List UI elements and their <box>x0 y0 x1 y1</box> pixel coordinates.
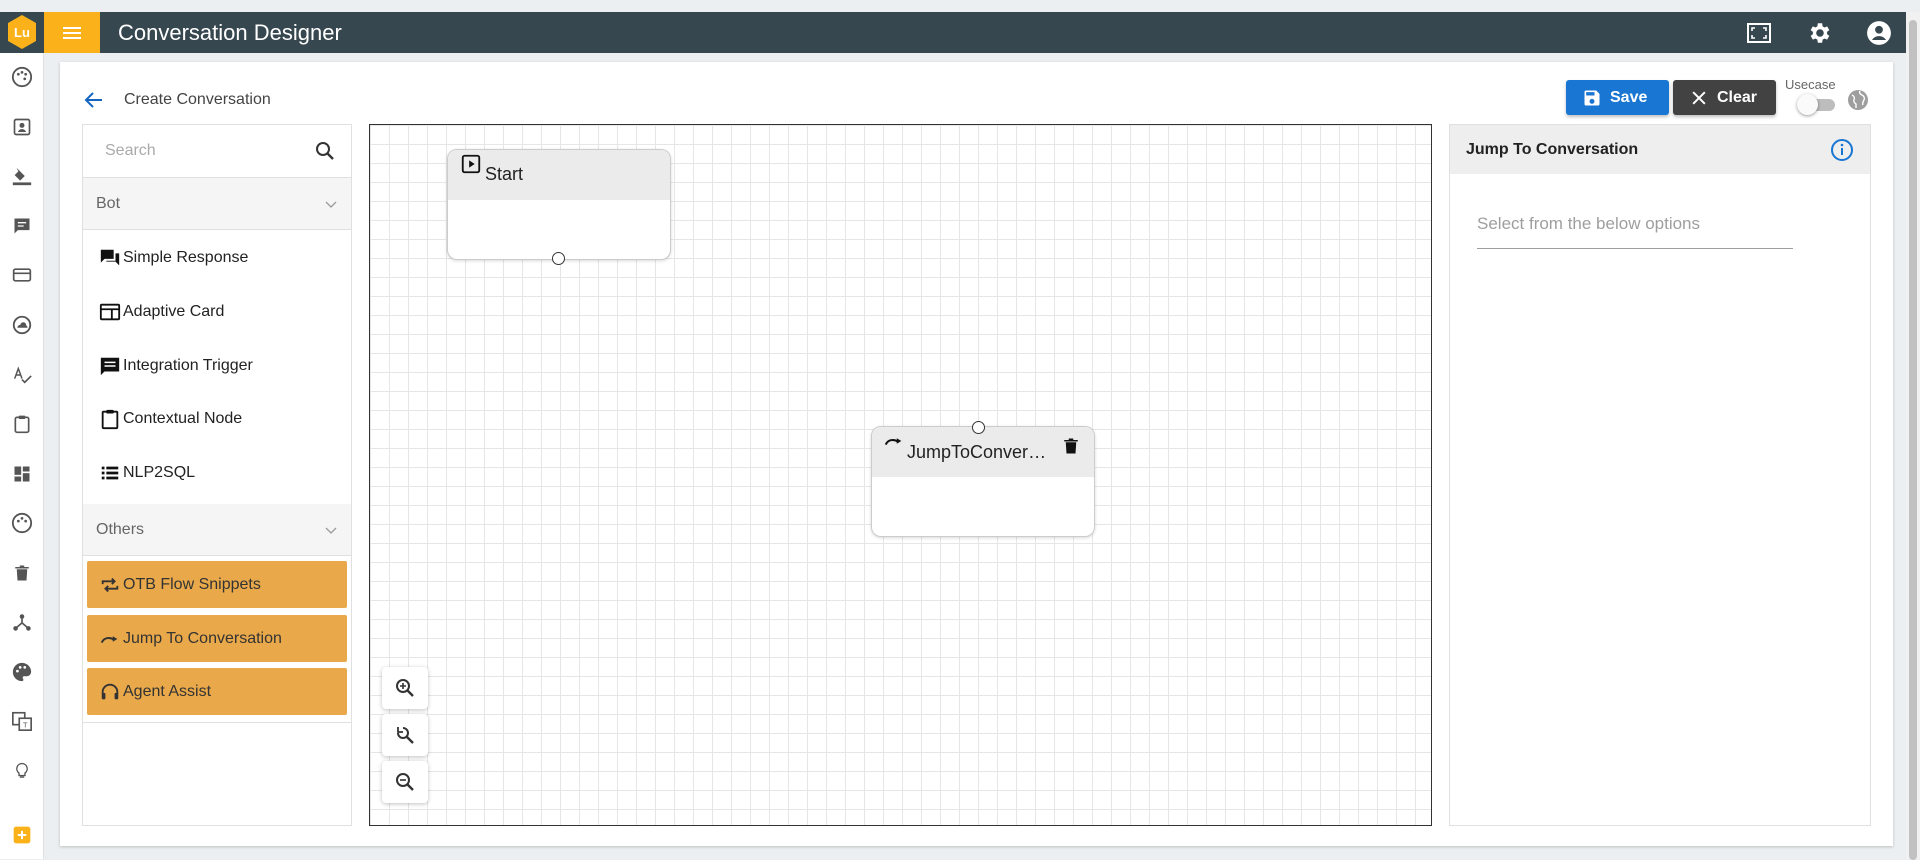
palette-search-row <box>83 125 351 178</box>
hamburger-icon <box>63 31 81 34</box>
chat-icon[interactable] <box>10 214 34 238</box>
zoom-in-icon <box>396 679 414 697</box>
lightbulb-icon[interactable] <box>10 759 34 783</box>
trash-icon[interactable] <box>1062 435 1080 457</box>
palette-search-input[interactable] <box>105 139 305 163</box>
cloud-icon[interactable] <box>10 313 34 337</box>
message-icon <box>99 355 121 377</box>
redo-arrow-icon <box>884 438 902 446</box>
palette-item-contextual-node[interactable]: Contextual Node <box>99 404 242 434</box>
conversation-select[interactable]: Select from the below options <box>1477 207 1793 249</box>
palette-item-label: Integration Trigger <box>123 357 253 374</box>
clipboard-icon[interactable] <box>10 412 34 436</box>
dashboard-icon[interactable] <box>10 462 34 486</box>
usecase-label: Usecase <box>1785 77 1836 92</box>
palette-item-integration-trigger[interactable]: Integration Trigger <box>99 351 253 381</box>
card-icon[interactable] <box>10 263 34 287</box>
node-jump-label: JumpToConversation <box>907 442 1047 462</box>
palette-dots-icon[interactable] <box>10 65 34 89</box>
hub-icon[interactable] <box>10 610 34 634</box>
palette-item-label: Adaptive Card <box>123 303 225 320</box>
menu-button[interactable] <box>44 12 100 53</box>
usecase-toggle[interactable] <box>1797 94 1837 115</box>
palette-item-adaptive-card[interactable]: Adaptive Card <box>99 297 224 327</box>
account-icon[interactable] <box>1866 20 1892 46</box>
palette-item-label: Simple Response <box>123 249 249 266</box>
card-icon <box>99 301 121 323</box>
node-jump-to-conversation[interactable]: JumpToConversation <box>871 421 1095 537</box>
zoom-reset-icon <box>397 727 414 744</box>
page-scrollbar-thumb[interactable] <box>1909 20 1917 860</box>
node-jump-input-port[interactable] <box>972 421 985 434</box>
close-icon <box>1692 90 1706 105</box>
left-nav-rail: T <box>0 53 44 859</box>
chevron-down-icon <box>325 201 337 208</box>
contact-icon[interactable] <box>10 115 34 139</box>
palette-item-label: OTB Flow Snippets <box>123 575 261 593</box>
palette-divider <box>83 722 351 723</box>
save-icon <box>1584 90 1600 105</box>
palette-icon[interactable] <box>10 511 34 535</box>
clear-button-label: Clear <box>1717 88 1758 106</box>
redo-arrow-icon <box>99 628 121 650</box>
svg-text:T: T <box>23 720 28 729</box>
palette-item-label: Jump To Conversation <box>123 629 282 647</box>
headset-icon <box>99 681 121 703</box>
zoom-out-icon <box>396 773 414 791</box>
repeat-icon <box>99 574 121 596</box>
app-logo-text: Lu <box>14 25 30 40</box>
chat-bubbles-icon <box>99 247 121 269</box>
palette-item-label: NLP2SQL <box>123 464 196 481</box>
zoom-in-button[interactable] <box>382 667 428 709</box>
properties-panel: Jump To Conversation Select from the bel… <box>1449 124 1871 826</box>
clipboard-icon <box>99 408 121 430</box>
node-start-output-port[interactable] <box>552 252 565 265</box>
info-icon[interactable] <box>1830 138 1854 162</box>
app-logo[interactable]: Lu <box>6 14 38 50</box>
palette-item-otb-flow-snippets[interactable]: OTB Flow Snippets <box>87 561 347 608</box>
palette-item-label: Agent Assist <box>123 682 212 700</box>
section-others-label: Others <box>96 521 145 538</box>
clear-button[interactable]: Clear <box>1673 80 1776 115</box>
spellcheck-icon[interactable] <box>10 363 34 387</box>
flow-canvas[interactable]: Start JumpToConversation <box>369 124 1432 826</box>
trash-icon[interactable] <box>10 561 34 585</box>
color-palette-icon[interactable] <box>10 660 34 684</box>
chevron-down-icon <box>325 527 337 534</box>
page-scrollbar[interactable] <box>1906 12 1920 860</box>
node-start-label: Start <box>485 164 524 184</box>
list-icon <box>99 462 121 484</box>
save-button[interactable]: Save <box>1566 80 1669 115</box>
add-icon[interactable] <box>10 823 34 847</box>
section-others-header[interactable]: Others <box>83 504 351 556</box>
search-icon[interactable] <box>313 139 337 163</box>
palette-item-agent-assist[interactable]: Agent Assist <box>87 668 347 715</box>
paint-bucket-icon[interactable] <box>10 164 34 188</box>
palette-item-jump-to-conversation[interactable]: Jump To Conversation <box>87 615 347 662</box>
fullscreen-icon[interactable] <box>1746 20 1772 46</box>
translate-icon[interactable]: T <box>10 709 34 733</box>
node-start[interactable]: Start <box>447 149 671 265</box>
app-title: Conversation Designer <box>118 20 342 45</box>
zoom-out-button[interactable] <box>382 761 428 803</box>
zoom-reset-button[interactable] <box>382 714 428 756</box>
page-title: Create Conversation <box>124 91 271 108</box>
section-bot-label: Bot <box>96 195 121 212</box>
globe-icon[interactable] <box>1846 88 1870 112</box>
play-box-icon <box>461 154 481 174</box>
settings-icon[interactable] <box>1806 20 1832 46</box>
palette-item-label: Contextual Node <box>123 410 243 427</box>
save-button-label: Save <box>1610 88 1648 106</box>
properties-header: Jump To Conversation <box>1450 125 1870 174</box>
node-palette: Bot Simple Response Adaptive Card Integr… <box>82 124 352 826</box>
palette-item-simple-response[interactable]: Simple Response <box>99 243 248 273</box>
section-bot-header[interactable]: Bot <box>83 178 351 230</box>
back-arrow-icon[interactable] <box>82 88 106 112</box>
properties-title: Jump To Conversation <box>1466 141 1639 158</box>
palette-item-nlp2sql[interactable]: NLP2SQL <box>99 458 195 488</box>
